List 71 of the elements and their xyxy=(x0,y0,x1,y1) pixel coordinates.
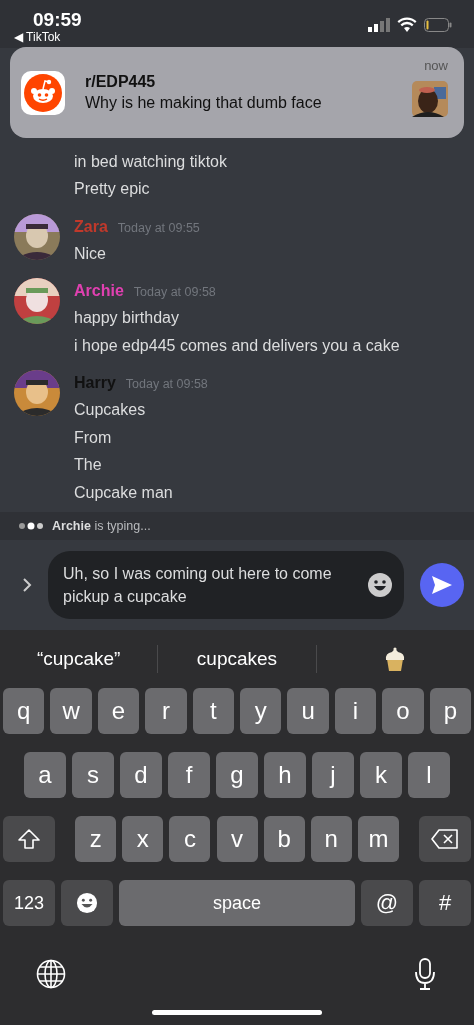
key[interactable]: n xyxy=(310,816,352,862)
key[interactable]: v xyxy=(216,816,258,862)
message-timestamp: Today at 09:55 xyxy=(117,220,200,235)
smiley-icon xyxy=(76,892,98,914)
emoji-icon[interactable] xyxy=(368,573,392,597)
shift-key[interactable] xyxy=(3,816,55,862)
key[interactable]: i xyxy=(334,688,377,734)
typing-indicator: Archie is typing... xyxy=(52,519,151,533)
message-timestamp: Today at 09:58 xyxy=(125,377,208,391)
message-text: happy birthday xyxy=(74,308,179,328)
backspace-icon xyxy=(431,829,459,849)
key[interactable]: e xyxy=(97,688,140,734)
alien-app-icon xyxy=(21,70,65,115)
key[interactable]: s xyxy=(72,752,114,798)
message-timestamp: Today at 09:58 xyxy=(133,285,216,299)
key[interactable]: o xyxy=(382,688,424,734)
key[interactable]: r xyxy=(145,688,187,734)
key[interactable]: a xyxy=(24,752,66,798)
message-text: Cupcake man xyxy=(74,482,173,503)
message-text: Pretty epic xyxy=(74,179,150,199)
key[interactable]: j xyxy=(312,752,354,798)
message-text: The xyxy=(74,455,102,475)
key[interactable]: p xyxy=(429,688,472,734)
message-text: in bed watching tiktok xyxy=(74,151,227,172)
message-text: Cupcakes xyxy=(74,400,146,420)
key[interactable]: l xyxy=(408,752,450,798)
signal-icon xyxy=(368,17,390,32)
message-text: i hope edp445 comes and delivers you a cake xyxy=(74,335,400,356)
wifi-icon xyxy=(397,17,417,32)
message-text: Nice xyxy=(74,243,106,264)
numbers-key[interactable]: 123 xyxy=(3,880,55,926)
key[interactable]: m xyxy=(357,816,399,862)
notification-banner[interactable]: r/EDP445 Why is he making that dumb face now xyxy=(10,47,464,138)
key[interactable]: w xyxy=(50,688,92,734)
key[interactable]: f xyxy=(168,752,210,798)
author-name[interactable]: Archie xyxy=(74,282,124,300)
message-text: From xyxy=(74,427,112,448)
notification-message: Why is he making that dumb face xyxy=(85,93,323,113)
key[interactable]: x xyxy=(122,816,164,862)
suggestion[interactable]: “cupcake” xyxy=(0,648,158,670)
emoji-key[interactable] xyxy=(61,880,113,926)
send-icon xyxy=(432,576,452,594)
key[interactable]: q xyxy=(2,688,45,734)
battery-icon xyxy=(424,17,452,32)
space-key[interactable]: space xyxy=(119,880,355,926)
status-time: 09:59 xyxy=(33,9,82,31)
notification-time: now xyxy=(424,58,448,73)
notification-title: r/EDP445 xyxy=(85,72,157,92)
key[interactable]: # xyxy=(419,880,471,926)
chevron-icon[interactable] xyxy=(22,578,32,592)
suggestion[interactable]: cupcakes xyxy=(158,648,316,670)
key[interactable]: z xyxy=(75,816,117,862)
key[interactable]: u xyxy=(287,688,329,734)
key[interactable]: k xyxy=(360,752,402,798)
shift-arrow-icon xyxy=(18,829,40,849)
delete-key[interactable] xyxy=(419,816,471,862)
send-button[interactable] xyxy=(420,563,464,607)
key[interactable]: c xyxy=(169,816,211,862)
key[interactable]: b xyxy=(263,816,305,862)
message-input[interactable]: Uh, so I was coming out here to come pickup a cupcake xyxy=(48,551,404,619)
microphone-icon[interactable] xyxy=(414,958,436,990)
key[interactable]: d xyxy=(120,752,162,798)
cupcake-icon[interactable] xyxy=(384,647,407,671)
key[interactable]: h xyxy=(264,752,306,798)
key[interactable]: @ xyxy=(361,880,413,926)
globe-icon[interactable] xyxy=(36,959,66,989)
key[interactable]: y xyxy=(240,688,282,734)
key[interactable]: t xyxy=(192,688,234,734)
typing-dots-icon xyxy=(18,522,44,530)
key[interactable]: g xyxy=(216,752,258,798)
back-link[interactable]: ◀ TikTok xyxy=(14,30,61,44)
